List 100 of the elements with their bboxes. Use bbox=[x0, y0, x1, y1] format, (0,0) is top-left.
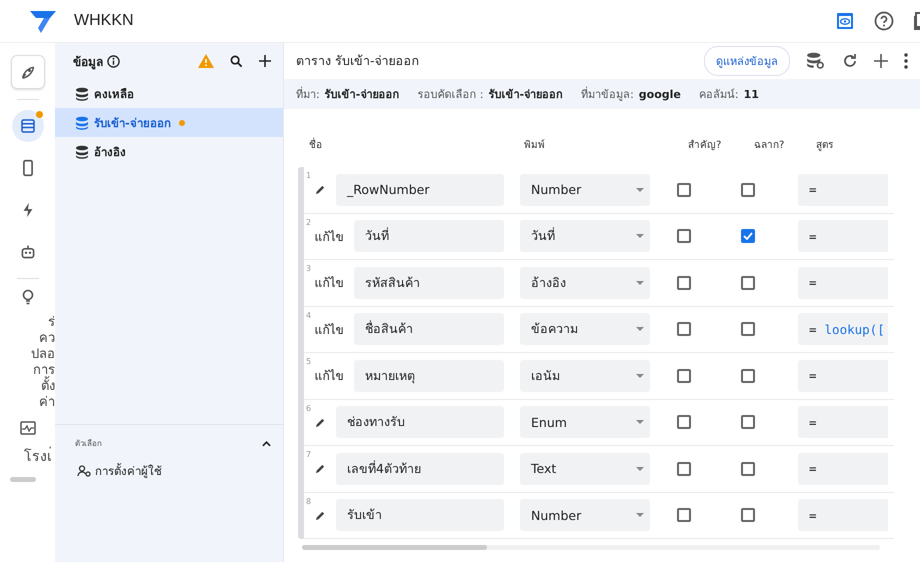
more-icon[interactable] bbox=[904, 53, 908, 69]
formula-field[interactable]: = bbox=[798, 360, 888, 392]
section-title: ตัวเลือก bbox=[75, 438, 102, 450]
type-dropdown[interactable]: Number bbox=[520, 174, 650, 206]
user-settings-icon bbox=[77, 465, 91, 477]
row-number: 8 bbox=[306, 496, 312, 506]
monitor-pulse-icon[interactable] bbox=[20, 421, 36, 435]
key-checkbox[interactable] bbox=[677, 508, 691, 522]
row-number: 5 bbox=[306, 357, 312, 366]
formula-field[interactable]: = bbox=[798, 499, 888, 532]
nav-rail-item[interactable] bbox=[12, 110, 44, 142]
row-number: 3 bbox=[306, 264, 312, 273]
preview-icon[interactable] bbox=[836, 12, 854, 30]
type-dropdown[interactable]: อ้างอิง bbox=[520, 266, 650, 299]
nav-label: คว bbox=[39, 331, 55, 347]
label-checkbox[interactable] bbox=[741, 415, 755, 430]
formula-field[interactable]: = bbox=[798, 452, 888, 485]
column-name-field[interactable]: ชื่อสินค้า bbox=[354, 313, 504, 346]
column-name-field[interactable]: ช่องทางรับ bbox=[336, 406, 504, 438]
row-number: 2 bbox=[306, 218, 312, 226]
edit-link[interactable]: แก้ไข bbox=[304, 226, 354, 246]
key-checkbox[interactable] bbox=[677, 182, 691, 197]
formula-field[interactable]: = bbox=[798, 174, 888, 206]
search-icon[interactable] bbox=[230, 54, 243, 68]
table-title: ตาราง รับเข้า-จ่ายออก bbox=[296, 52, 420, 70]
formula-field[interactable]: = bbox=[798, 220, 888, 252]
row-number: 1 bbox=[306, 171, 312, 180]
column-header: ชื่อ bbox=[309, 137, 524, 167]
column-name-field[interactable]: รับเข้า bbox=[336, 499, 504, 532]
lightbulb-icon[interactable] bbox=[22, 289, 34, 305]
type-dropdown[interactable]: วันที่ bbox=[520, 220, 650, 252]
help-icon[interactable] bbox=[874, 11, 894, 31]
pencil-icon[interactable] bbox=[314, 416, 326, 428]
nav-label: ร่ bbox=[48, 315, 55, 331]
row-number: 7 bbox=[306, 450, 312, 459]
table-list-item[interactable]: อ้างอิง bbox=[55, 137, 283, 166]
info-value: รับเข้า-จ่ายออก bbox=[324, 88, 400, 101]
add-icon[interactable] bbox=[259, 55, 271, 67]
key-checkbox[interactable] bbox=[677, 276, 691, 290]
label-checkbox[interactable] bbox=[741, 368, 755, 383]
key-checkbox[interactable] bbox=[677, 368, 691, 383]
scrollbar[interactable] bbox=[302, 545, 880, 550]
info-label: คอลัมน์: bbox=[698, 88, 739, 101]
info-label: ที่มาข้อมูล: bbox=[581, 88, 634, 101]
pencil-icon[interactable] bbox=[314, 463, 326, 474]
edit-link[interactable]: แก้ไข bbox=[304, 366, 354, 386]
scrollbar[interactable] bbox=[10, 477, 36, 482]
column-name-field[interactable]: วันที่ bbox=[354, 220, 504, 252]
column-header: สำคัญ? bbox=[688, 138, 722, 153]
robot-icon bbox=[20, 244, 36, 260]
view-source-button[interactable]: ดูแหล่งข้อมูล bbox=[704, 46, 790, 76]
options-item[interactable]: การตั้งค่าผู้ใช้ bbox=[75, 462, 271, 480]
type-dropdown[interactable]: Enum bbox=[520, 406, 650, 438]
pencil-icon[interactable] bbox=[314, 510, 326, 521]
add-icon[interactable] bbox=[874, 54, 888, 68]
app-title: WHKKN bbox=[74, 12, 135, 30]
label-checkbox[interactable] bbox=[741, 322, 755, 336]
nav-rail-item[interactable] bbox=[10, 55, 44, 89]
key-checkbox[interactable] bbox=[677, 322, 691, 336]
label-checkbox[interactable] bbox=[741, 508, 755, 522]
table-list-item[interactable]: รับเข้า-จ่ายออก bbox=[55, 108, 283, 137]
info-value: google bbox=[638, 88, 681, 101]
info-icon[interactable] bbox=[107, 54, 120, 68]
edit-link[interactable]: แก้ไข bbox=[304, 273, 354, 292]
chevron-icon[interactable] bbox=[262, 440, 271, 446]
refresh-icon[interactable] bbox=[842, 53, 858, 69]
bolt-icon bbox=[20, 202, 34, 218]
table-icon bbox=[18, 117, 36, 135]
formula-field[interactable]: = lookup([ bbox=[798, 313, 888, 346]
label-checkbox[interactable] bbox=[741, 182, 755, 197]
database-settings-icon[interactable] bbox=[806, 52, 826, 70]
column-name-field[interactable]: _RowNumber bbox=[336, 174, 504, 206]
formula-field[interactable]: = bbox=[798, 406, 888, 438]
database-icon bbox=[75, 116, 89, 130]
column-name-field[interactable]: หมายเหตุ bbox=[354, 360, 504, 392]
column-header: ฉลาก? bbox=[754, 139, 786, 153]
table-list-item[interactable]: คงเหลือ bbox=[55, 79, 283, 108]
column-name-field[interactable]: เลขที่4ตัวท้าย bbox=[336, 452, 504, 485]
label-checkbox[interactable] bbox=[741, 276, 755, 290]
nav-label: ปลอ bbox=[31, 347, 55, 363]
column-header: สูตร bbox=[816, 139, 834, 153]
info-label: รอบคัดเลือก : bbox=[417, 88, 484, 101]
database-icon bbox=[75, 86, 89, 100]
key-checkbox[interactable] bbox=[677, 415, 691, 430]
panel-title: ข้อมูล bbox=[73, 54, 103, 70]
nav-label: โรงเ่ bbox=[24, 445, 52, 467]
edit-link[interactable]: แก้ไข bbox=[304, 320, 354, 339]
label-checkbox[interactable] bbox=[741, 462, 755, 476]
logo-icon bbox=[30, 9, 58, 33]
type-dropdown[interactable]: เอนัม bbox=[520, 360, 650, 392]
nav-label: ค่า bbox=[39, 395, 55, 411]
key-checkbox[interactable] bbox=[677, 462, 691, 476]
key-checkbox[interactable] bbox=[677, 229, 691, 244]
type-dropdown[interactable]: ข้อความ bbox=[520, 313, 650, 346]
pencil-icon[interactable] bbox=[314, 184, 326, 196]
type-dropdown[interactable]: Number bbox=[520, 499, 650, 532]
type-dropdown[interactable]: Text bbox=[520, 452, 650, 485]
label-checkbox[interactable] bbox=[741, 229, 755, 244]
formula-field[interactable]: = bbox=[798, 266, 888, 299]
column-name-field[interactable]: รหัสสินค้า bbox=[354, 266, 504, 299]
